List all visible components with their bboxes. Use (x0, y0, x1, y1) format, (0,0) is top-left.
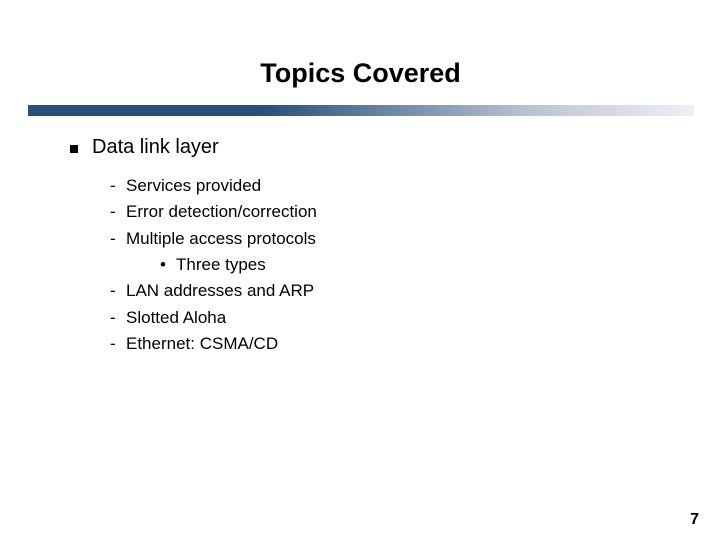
dash-bullet-icon: - (110, 331, 126, 357)
bullet-level2-label: Services provided (126, 173, 261, 199)
bullet-level1-label: Data link layer (92, 136, 219, 159)
dot-bullet-icon: • (160, 252, 176, 278)
dash-bullet-icon: - (110, 199, 126, 225)
slide-body: Data link layer - Services provided - Er… (70, 136, 670, 357)
square-bullet-icon (70, 145, 78, 153)
dash-bullet-icon: - (110, 226, 126, 252)
bullet-level2: - Slotted Aloha (110, 305, 670, 331)
bullet-level2: - Error detection/correction (110, 199, 670, 225)
bullet-level2: - Multiple access protocols (110, 226, 670, 252)
bullet-level2: - Services provided (110, 173, 670, 199)
bullet-level2-label: LAN addresses and ARP (126, 278, 314, 304)
dash-bullet-icon: - (110, 305, 126, 331)
bullet-level2-label: Error detection/correction (126, 199, 317, 225)
page-number: 7 (690, 511, 699, 529)
bullet-level3-label: Three types (176, 252, 266, 278)
slide-title: Topics Covered (0, 58, 721, 89)
slide: Topics Covered Data link layer - Service… (0, 0, 721, 541)
bullet-level2: - Ethernet: CSMA/CD (110, 331, 670, 357)
bullet-level2: - LAN addresses and ARP (110, 278, 670, 304)
bullet-level1: Data link layer (70, 136, 670, 159)
title-divider-bar (28, 105, 694, 116)
bullet-level2-label: Multiple access protocols (126, 226, 316, 252)
bullet-level2-label: Ethernet: CSMA/CD (126, 331, 278, 357)
bullet-level3: • Three types (160, 252, 670, 278)
bullet-level2-label: Slotted Aloha (126, 305, 226, 331)
dash-bullet-icon: - (110, 173, 126, 199)
dash-bullet-icon: - (110, 278, 126, 304)
